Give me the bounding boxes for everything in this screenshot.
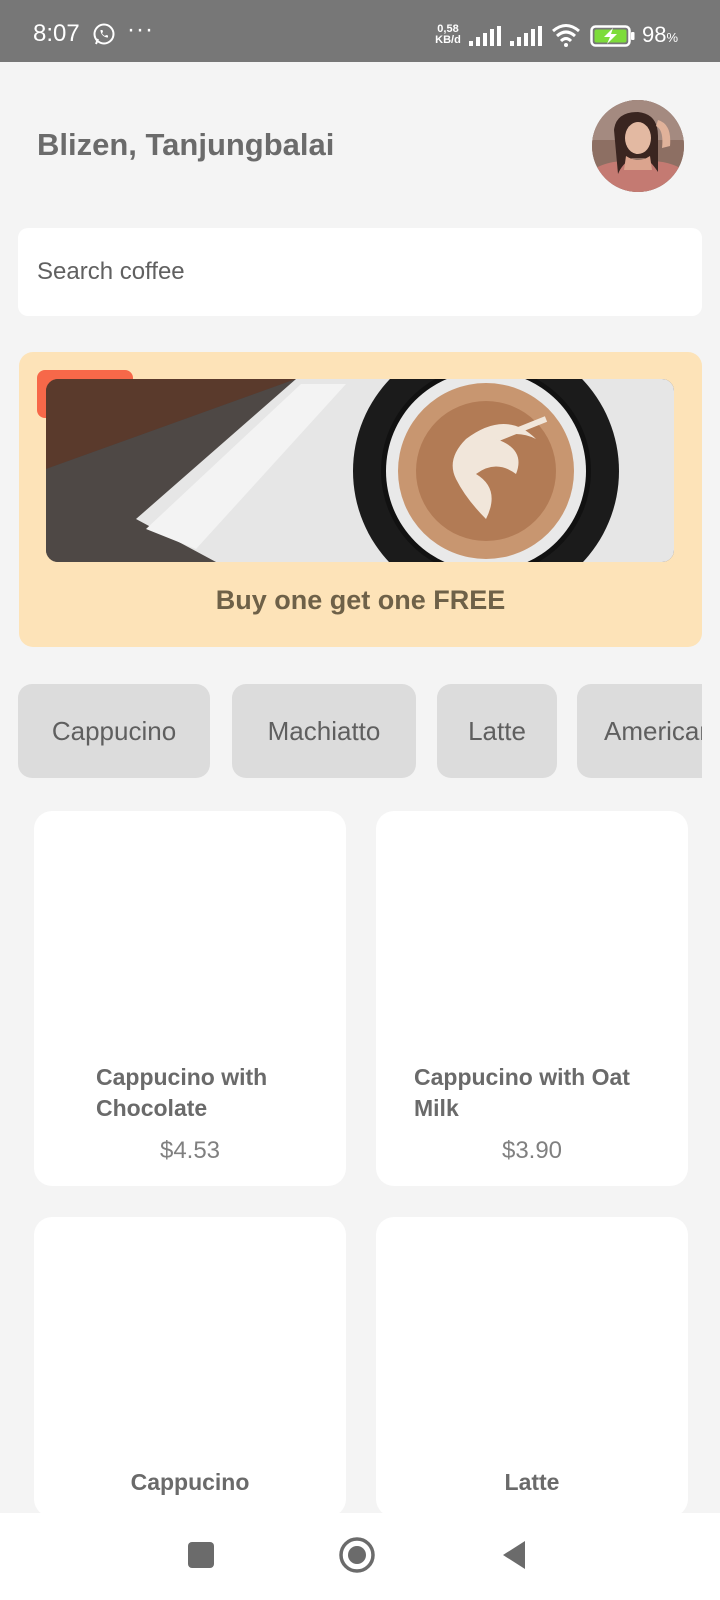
category-chip[interactable]: Latte [437,684,557,778]
network-speed-unit: KB/d [435,34,461,46]
battery-charging-icon [590,25,635,47]
recent-apps-icon[interactable] [181,1535,221,1575]
category-chip[interactable]: Machiatto [232,684,416,778]
wifi-icon [552,24,580,47]
network-speed: 0,58 KB/d [433,24,463,46]
battery-level: 98% [642,22,678,48]
more-notifications-icon: ··· [127,16,154,43]
product-name: Cappucino with Chocolate [96,1064,268,1121]
promo-image [46,379,674,562]
product-card[interactable]: Cappucino [34,1217,346,1517]
product-price: $4.53 [159,1137,221,1164]
system-nav-bar [0,1513,720,1600]
product-card[interactable]: Cappucino with Chocolate $4.53 [34,811,346,1186]
whatsapp-icon [93,23,115,45]
home-icon[interactable] [337,1535,377,1575]
status-time: 8:07 [33,20,80,47]
search-input[interactable] [18,228,702,316]
product-price: $3.90 [501,1137,563,1164]
battery-percent: 98 [642,22,667,47]
product-card[interactable]: Latte [376,1217,688,1517]
product-name: Cappucino [130,1469,250,1495]
back-icon[interactable] [495,1535,535,1575]
avatar-image [592,100,684,192]
signal-icon [510,26,542,46]
product-name: Latte [504,1469,560,1495]
category-list[interactable]: Cappucino Machiatto Latte Americano [18,684,702,778]
status-bar: 8:07 ··· 0,58 KB/d 98% [0,0,720,62]
coffee-image [46,379,674,562]
category-chip[interactable]: Cappucino [18,684,210,778]
category-chip[interactable]: Americano [577,684,702,778]
promo-banner[interactable]: Buy one get one FREE [19,352,702,647]
promo-text: Buy one get one FREE [215,585,506,615]
product-name: Cappucino with Oat Milk [414,1064,630,1121]
location-title: Blizen, Tanjungbalai [37,127,335,162]
signal-icon [469,26,501,46]
battery-unit: % [666,30,679,45]
product-card[interactable]: Cappucino with Oat Milk $3.90 [376,811,688,1186]
avatar[interactable] [592,100,684,192]
